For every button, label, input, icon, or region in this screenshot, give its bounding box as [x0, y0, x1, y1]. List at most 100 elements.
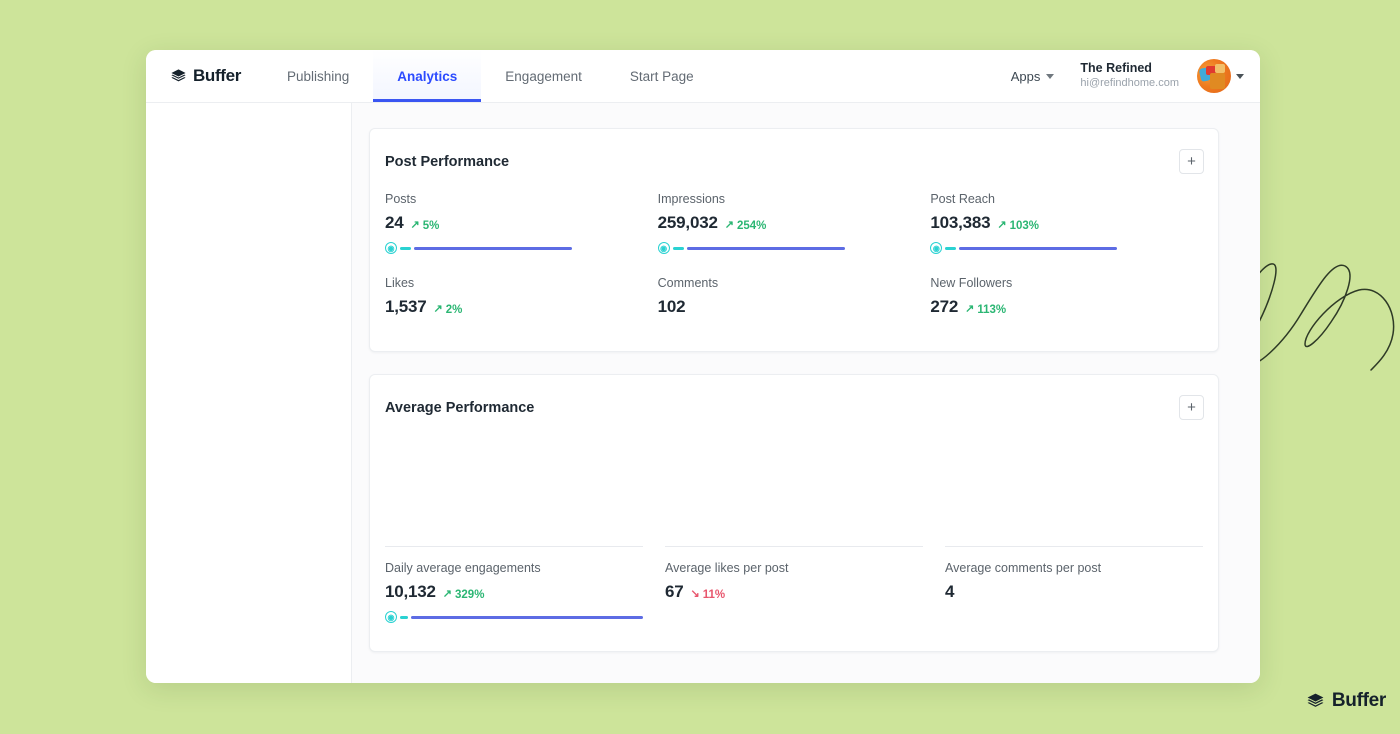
bar-chart-1: [665, 442, 923, 547]
arrow-up-icon: ↗: [997, 220, 1006, 231]
metric-label: Impressions: [658, 192, 931, 206]
nav-item-publishing[interactable]: Publishing: [263, 50, 373, 102]
arrow-up-icon: ↗: [965, 304, 974, 315]
avatar: [1197, 59, 1231, 93]
metric-value-row: 24 ↗5%: [385, 213, 658, 233]
average-performance-card: Average Performance + Daily average enga…: [369, 374, 1219, 652]
analytics-content: Post Performance + Posts24↗5%◉Impression…: [352, 103, 1260, 683]
post-performance-card: Post Performance + Posts24↗5%◉Impression…: [369, 128, 1219, 352]
metric-value: 1,537: [385, 297, 427, 317]
metric-progress-bar: ◉: [930, 242, 1203, 254]
metric-delta: ↗113%: [965, 304, 1006, 316]
progress-segment-blue: [687, 247, 845, 250]
metric-value-row: 102: [658, 297, 931, 317]
arrow-up-icon: ↗: [725, 220, 734, 231]
brand-label: Buffer: [193, 66, 241, 86]
nav-item-start-page[interactable]: Start Page: [606, 50, 718, 102]
metric-value: 67: [665, 582, 684, 602]
account-name: The Refined: [1080, 61, 1179, 77]
metric-delta-value: 254%: [737, 220, 766, 232]
progress-segment-blue: [411, 616, 643, 619]
progress-segment-teal: [673, 247, 684, 250]
chevron-down-icon: [1046, 74, 1054, 79]
metric-value-row: 67 ↘11%: [665, 582, 923, 602]
metric-delta: ↗5%: [411, 220, 440, 232]
metric-value: 102: [658, 297, 686, 317]
nav-label: Analytics: [397, 69, 457, 84]
buffer-brand[interactable]: Buffer: [146, 50, 263, 102]
add-metric-button[interactable]: +: [1179, 395, 1204, 420]
apps-label: Apps: [1011, 69, 1041, 84]
card-title: Average Performance: [385, 395, 534, 416]
account-info: The Refined hi@refindhome.com: [1072, 61, 1179, 90]
average-performance-charts: [370, 420, 1218, 547]
metric-2: Post Reach 103,383 ↗ 103% ◉: [930, 192, 1203, 254]
top-navigation-bar: Buffer Publishing Analytics Engagement S…: [146, 50, 1260, 103]
sidebar: [146, 103, 352, 683]
card-title: Post Performance: [385, 149, 509, 170]
arrow-up-icon: ↗: [434, 304, 443, 315]
buffer-logo-icon: [170, 68, 187, 85]
instagram-source-icon: ◉: [658, 242, 670, 254]
metric-label: Post Reach: [930, 192, 1203, 206]
metric-label: Posts: [385, 192, 658, 206]
metric-delta-value: 113%: [977, 304, 1006, 316]
arrow-up-icon: ↗: [411, 220, 420, 231]
metric-value-row: 272↗113%: [930, 297, 1203, 317]
metric-delta-value: 11%: [703, 589, 725, 601]
metric-delta-value: 103%: [1010, 220, 1039, 232]
bar-series: [385, 442, 643, 546]
app-window: Buffer Publishing Analytics Engagement S…: [146, 50, 1260, 683]
arrow-down-icon: ↘: [691, 589, 700, 600]
metric-value: 103,383: [930, 213, 990, 233]
instagram-source-icon: ◉: [385, 611, 397, 623]
page-watermark-label: Buffer: [1332, 690, 1386, 712]
metric-value-row: 103,383 ↗ 103%: [930, 213, 1203, 233]
metric-5: New Followers 272↗113%: [930, 276, 1203, 317]
metric-delta: ↗254%: [725, 220, 767, 232]
apps-dropdown-button[interactable]: Apps: [1011, 69, 1055, 84]
progress-segment-teal: [945, 247, 956, 250]
metric-progress-bar: ◉: [385, 611, 643, 623]
buffer-logo-icon: [1306, 692, 1325, 711]
nav-label: Start Page: [630, 69, 694, 84]
metric-4: Comments 102: [658, 276, 931, 317]
metric-delta: ↗2%: [434, 304, 463, 316]
nav-right-cluster: Apps The Refined hi@refindhome.com: [1011, 50, 1260, 102]
metric-label: Average likes per post: [665, 561, 923, 575]
nav-item-analytics[interactable]: Analytics: [373, 50, 481, 102]
metric-0: Daily average engagements10,132↗329%◉: [385, 561, 643, 623]
metric-delta-value: 5%: [423, 220, 440, 232]
metric-value: 4: [945, 582, 954, 602]
progress-segment-teal: [400, 616, 408, 619]
metric-progress-bar: ◉: [385, 242, 658, 254]
bar-series: [945, 442, 1203, 546]
metric-value: 259,032: [658, 213, 718, 233]
arrow-up-icon: ↗: [443, 589, 452, 600]
progress-segment-blue: [959, 247, 1117, 250]
bar-series: [665, 442, 923, 546]
metric-3: Likes1,537↗2%: [385, 276, 658, 317]
progress-segment-teal: [400, 247, 411, 250]
app-body: Post Performance + Posts24↗5%◉Impression…: [146, 103, 1260, 683]
card-header: Post Performance +: [370, 129, 1218, 174]
metric-progress-bar: ◉: [658, 242, 931, 254]
bar-chart-2: [945, 442, 1203, 547]
progress-segment-blue: [414, 247, 572, 250]
metric-label: Comments: [658, 276, 931, 290]
nav-label: Engagement: [505, 69, 582, 84]
add-metric-button[interactable]: +: [1179, 149, 1204, 174]
metric-delta: ↗ 103%: [997, 220, 1039, 232]
page-watermark-logo: Buffer: [1306, 690, 1386, 712]
bar-chart-0: [385, 442, 643, 547]
metric-label: Average comments per post: [945, 561, 1203, 575]
metric-1: Impressions 259,032 ↗254% ◉: [658, 192, 931, 254]
metric-value: 24: [385, 213, 404, 233]
metric-label: New Followers: [930, 276, 1203, 290]
metric-value-row: 4: [945, 582, 1203, 602]
primary-nav: Publishing Analytics Engagement Start Pa…: [263, 50, 718, 102]
nav-item-engagement[interactable]: Engagement: [481, 50, 606, 102]
average-performance-metrics: Daily average engagements10,132↗329%◉ Ave…: [370, 547, 1218, 651]
instagram-source-icon: ◉: [385, 242, 397, 254]
account-avatar-button[interactable]: [1197, 59, 1244, 93]
